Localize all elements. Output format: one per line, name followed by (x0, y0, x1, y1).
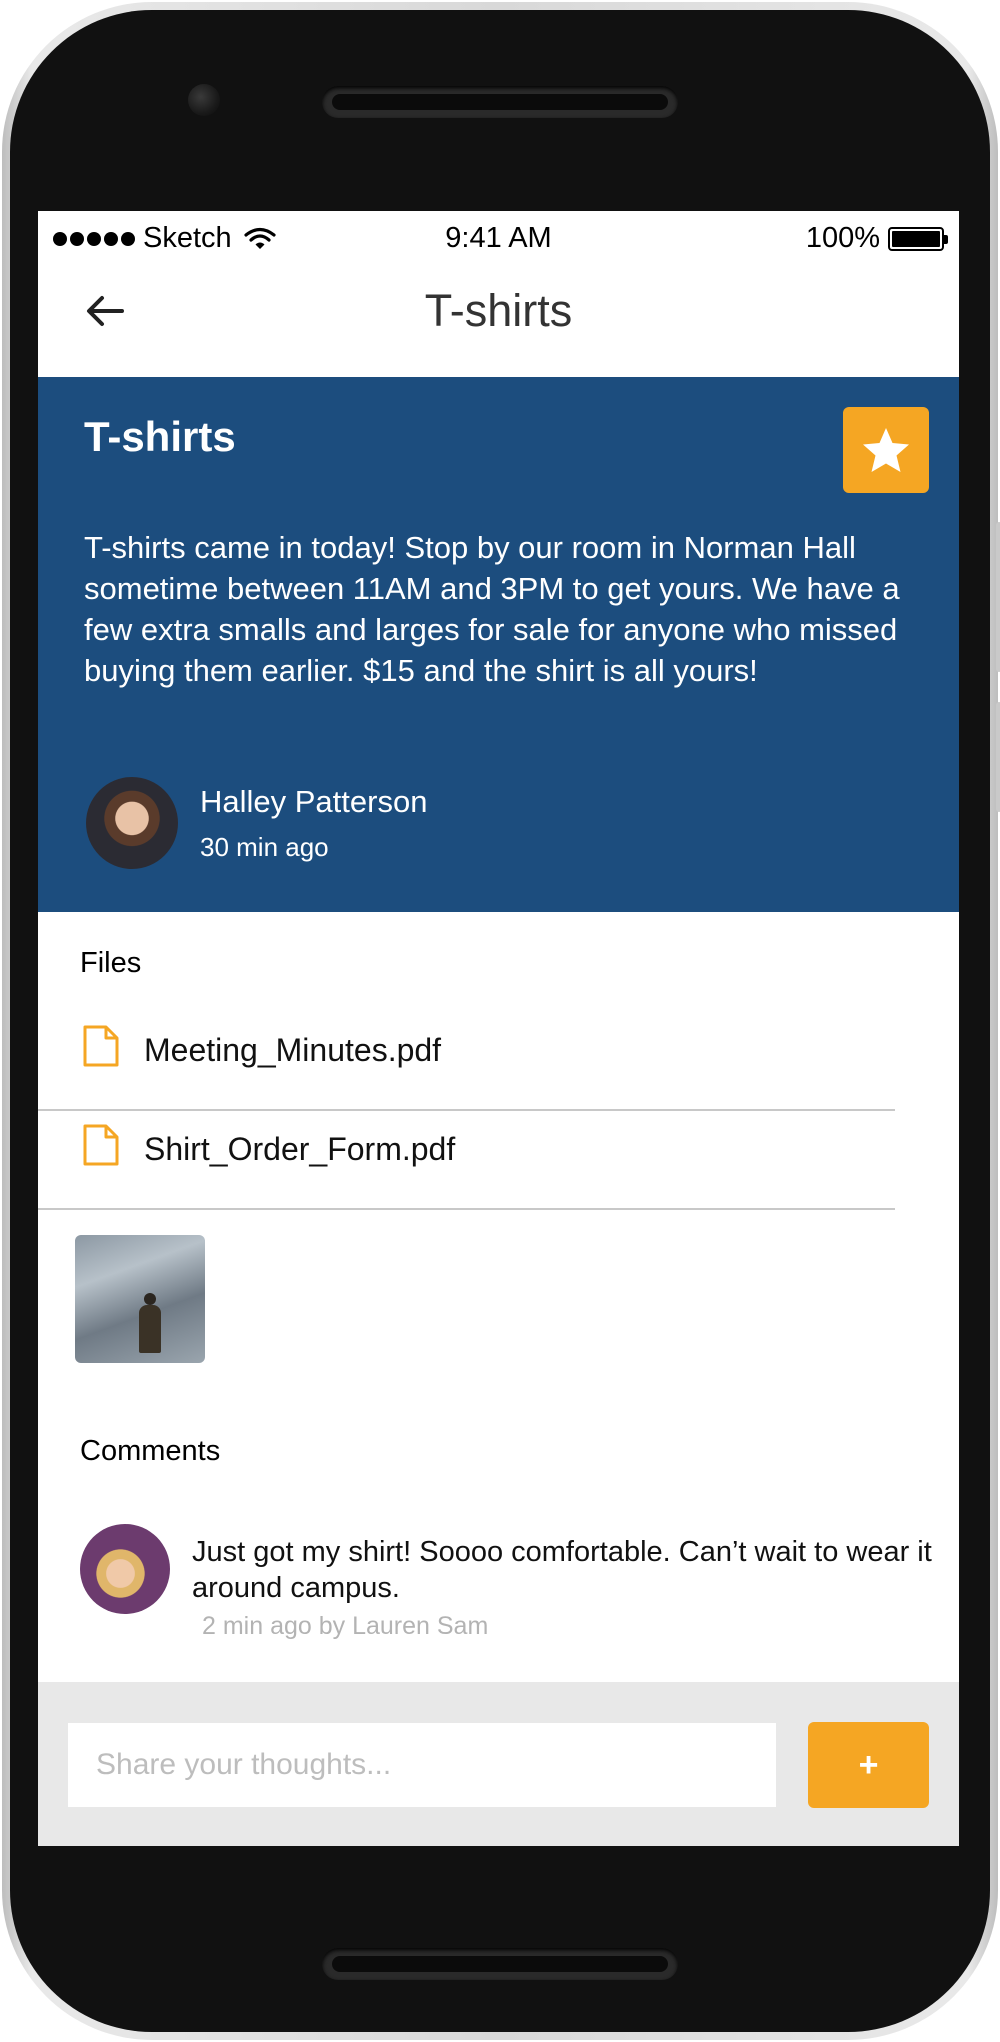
file-icon (83, 1025, 119, 1067)
photo-person-figure (139, 1293, 161, 1353)
nav-title: T-shirts (424, 285, 573, 336)
file-row[interactable]: Shirt_Order_Form.pdf (38, 1111, 895, 1210)
commenter-avatar[interactable] (80, 1524, 170, 1614)
author-info: Halley Patterson 30 min ago (200, 784, 427, 863)
top-speaker (322, 86, 678, 118)
comment-input[interactable] (68, 1723, 776, 1807)
nav-bar: T-shirts (38, 267, 959, 377)
add-comment-button[interactable]: + (808, 1722, 929, 1808)
author-avatar[interactable] (86, 777, 178, 869)
post-card: T-shirts T-shirts came in today! Stop by… (38, 377, 959, 912)
status-right: 100% (805, 222, 948, 255)
file-name: Meeting_Minutes.pdf (144, 1032, 442, 1068)
attachment-photo-thumbnail[interactable] (75, 1235, 205, 1363)
post-title: T-shirts (84, 413, 236, 460)
battery-percent: 100% (805, 222, 880, 254)
post-author: Halley Patterson 30 min ago (86, 777, 427, 869)
file-name: Shirt_Order_Form.pdf (144, 1131, 456, 1167)
post-body: T-shirts came in today! Stop by our room… (84, 530, 900, 688)
star-icon (863, 428, 909, 472)
comment-meta: 2 min ago by Lauren Sam (202, 1612, 489, 1640)
battery-icon (888, 226, 948, 251)
files-label: Files (80, 947, 142, 979)
file-row[interactable]: Meeting_Minutes.pdf (38, 1012, 895, 1111)
bottom-speaker (322, 1948, 678, 1980)
comment-composer: + (38, 1682, 959, 1846)
author-name: Halley Patterson (200, 783, 428, 819)
app-screen: Sketch 9:41 AM 100% T-shirts T-shirts T-… (38, 211, 959, 1846)
status-bar: Sketch 9:41 AM 100% (38, 211, 959, 267)
comment-text: Just got my shirt! Soooo comfortable. Ca… (192, 1536, 932, 1604)
favorite-button[interactable] (843, 407, 929, 493)
file-icon (83, 1124, 119, 1166)
power-button (996, 702, 1000, 812)
front-camera (188, 84, 220, 116)
author-time: 30 min ago (200, 831, 329, 862)
comments-label: Comments (80, 1435, 221, 1467)
volume-button (996, 522, 1000, 672)
